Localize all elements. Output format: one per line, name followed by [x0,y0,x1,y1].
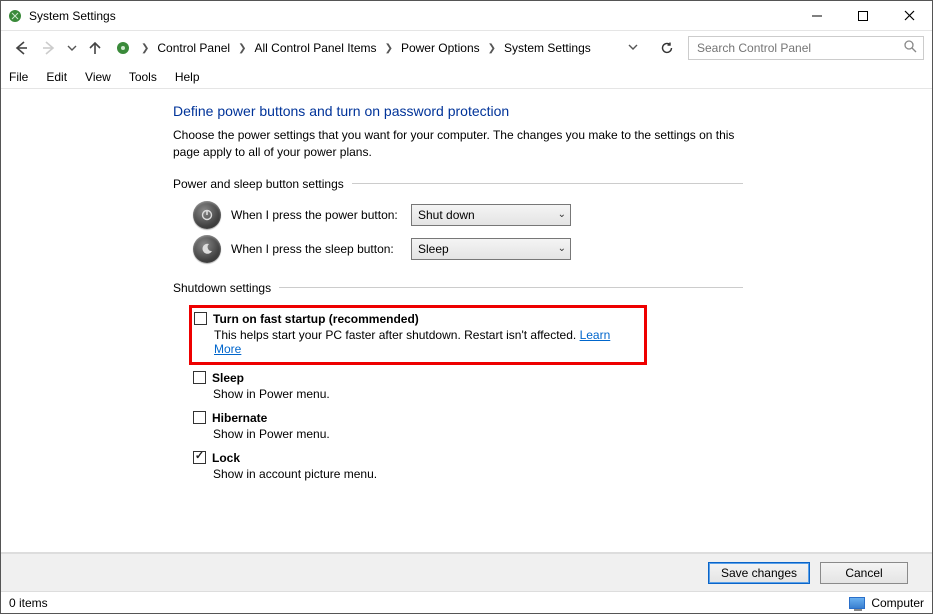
content-area: Define power buttons and turn on passwor… [1,89,932,553]
menu-view[interactable]: View [85,70,111,84]
breadcrumb[interactable]: ❯ Control Panel ❯ All Control Panel Item… [111,36,646,60]
fast-startup-label: Turn on fast startup (recommended) [213,312,419,326]
breadcrumb-item[interactable]: All Control Panel Items [253,41,379,55]
minimize-button[interactable] [794,1,840,30]
back-button[interactable] [9,36,33,60]
maximize-button[interactable] [840,1,886,30]
menu-help[interactable]: Help [175,70,200,84]
breadcrumb-item[interactable]: Control Panel [155,41,232,55]
up-button[interactable] [83,36,107,60]
fast-startup-desc: This helps start your PC faster after sh… [214,328,638,356]
status-bar: 0 items Computer [1,591,932,613]
status-location-label: Computer [871,596,924,610]
lock-checkbox[interactable] [193,451,206,464]
lock-option: Lock Show in account picture menu. [193,451,743,481]
sleep-label: Sleep [212,371,244,385]
sleep-option: Sleep Show in Power menu. [193,371,743,401]
divider [279,287,743,288]
chevron-right-icon[interactable]: ❯ [137,43,153,54]
chevron-down-icon: ⌄ [558,243,566,254]
hibernate-option: Hibernate Show in Power menu. [193,411,743,441]
dropdown-value: Shut down [418,208,475,222]
hibernate-desc: Show in Power menu. [213,427,743,441]
menu-edit[interactable]: Edit [46,70,67,84]
chevron-right-icon[interactable]: ❯ [381,43,397,54]
hibernate-checkbox[interactable] [193,411,206,424]
section-label: Power and sleep button settings [173,177,344,191]
forward-button[interactable] [37,36,61,60]
lock-desc: Show in account picture menu. [213,467,743,481]
app-icon [7,8,23,24]
hibernate-label: Hibernate [212,411,267,425]
breadcrumb-item[interactable]: Power Options [399,41,482,55]
breadcrumb-dropdown-button[interactable] [624,42,642,55]
sleep-checkbox[interactable] [193,371,206,384]
power-button-row: When I press the power button: Shut down… [193,201,743,229]
button-bar: Save changes Cancel [1,553,932,591]
close-button[interactable] [886,1,932,30]
sleep-desc: Show in Power menu. [213,387,743,401]
save-changes-button[interactable]: Save changes [708,562,810,584]
titlebar: System Settings [1,1,932,31]
power-button-label: When I press the power button: [231,208,401,222]
page-title: Define power buttons and turn on passwor… [173,103,743,119]
lock-label: Lock [212,451,240,465]
section-power-sleep-buttons: Power and sleep button settings [173,177,743,191]
control-panel-icon [115,40,131,56]
sleep-button-row: When I press the sleep button: Sleep ⌄ [193,235,743,263]
navigation-bar: ❯ Control Panel ❯ All Control Panel Item… [1,31,932,65]
status-item-count: 0 items [9,596,48,610]
fast-startup-highlight: Turn on fast startup (recommended) This … [189,305,647,365]
chevron-down-icon: ⌄ [558,209,566,220]
cancel-button[interactable]: Cancel [820,562,908,584]
sleep-icon [193,235,221,263]
menu-file[interactable]: File [9,70,28,84]
section-label: Shutdown settings [173,281,271,295]
search-icon [904,40,917,56]
refresh-button[interactable] [654,36,680,60]
chevron-right-icon[interactable]: ❯ [484,43,500,54]
section-shutdown-settings: Shutdown settings [173,281,743,295]
fast-startup-checkbox[interactable] [194,312,207,325]
page-intro: Choose the power settings that you want … [173,127,743,161]
dropdown-value: Sleep [418,242,449,256]
system-settings-window: System Settings [0,0,933,614]
chevron-right-icon[interactable]: ❯ [234,43,250,54]
search-input[interactable] [688,36,924,60]
menu-tools[interactable]: Tools [129,70,157,84]
menu-bar: File Edit View Tools Help [1,65,932,89]
search-field[interactable] [695,40,904,56]
window-controls [794,1,932,30]
computer-icon [849,597,865,609]
sleep-button-dropdown[interactable]: Sleep ⌄ [411,238,571,260]
sleep-button-label: When I press the sleep button: [231,242,401,256]
breadcrumb-item[interactable]: System Settings [502,41,593,55]
status-location: Computer [849,596,924,610]
window-title: System Settings [29,9,116,23]
divider [352,183,743,184]
fast-startup-option: Turn on fast startup (recommended) This … [194,312,638,356]
power-icon [193,201,221,229]
power-button-dropdown[interactable]: Shut down ⌄ [411,204,571,226]
recent-dropdown-button[interactable] [65,36,79,60]
